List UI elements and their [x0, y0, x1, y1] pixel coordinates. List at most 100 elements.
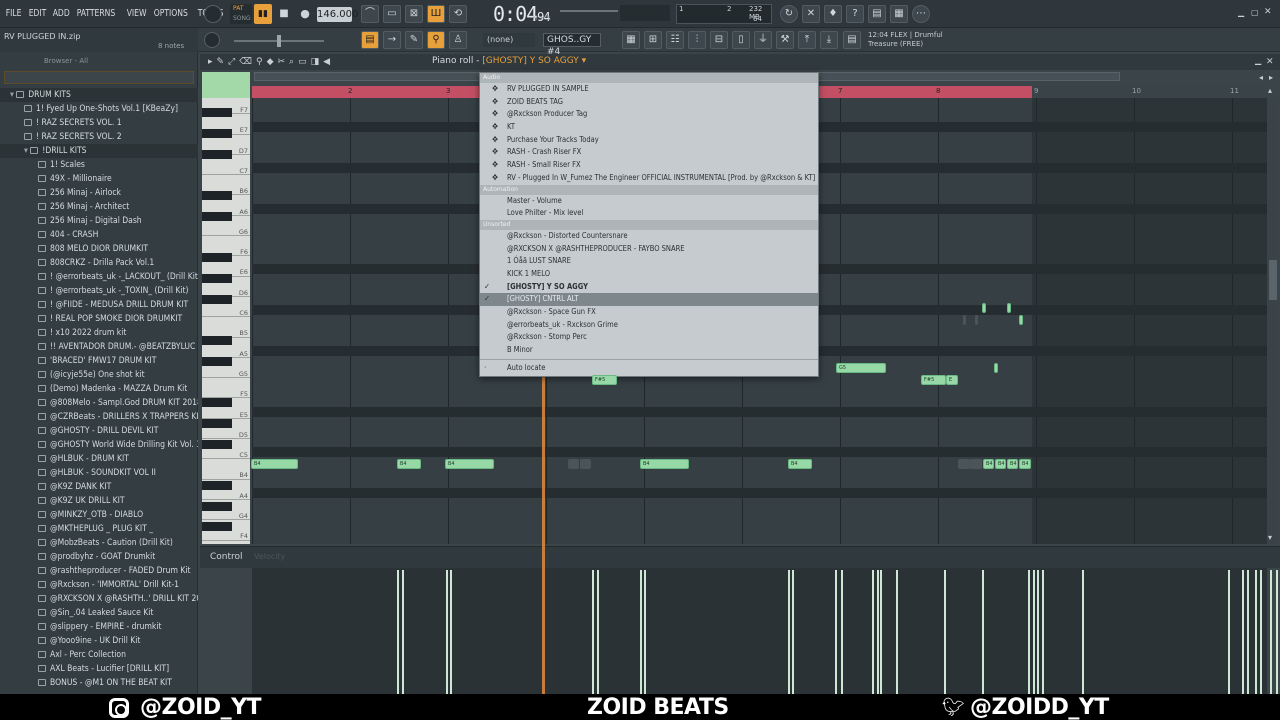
menu-item-add[interactable]: ADD [51, 8, 71, 19]
menu-item[interactable]: ✥ RV - Plugged In W_Fumez The Engineer OF… [480, 172, 818, 185]
velocity-bar[interactable] [877, 570, 879, 694]
piano-key[interactable]: B4 [202, 459, 250, 480]
tree-item[interactable]: @808Melo - Sampl.God DRUM KIT 2018 [0, 396, 198, 410]
piano-black-key[interactable] [202, 336, 232, 345]
tree-item[interactable]: ! @errorbeats_uk -_LACKOUT_ (Drill Kit) [0, 270, 198, 284]
piano-black-key[interactable] [202, 398, 232, 407]
mixer-icon[interactable]: ⫶ [688, 31, 706, 49]
main-pitch-handle[interactable] [277, 35, 281, 47]
link-icon[interactable]: ⚲ [427, 31, 445, 49]
note[interactable]: F#5 [592, 375, 617, 385]
velocity-bar[interactable] [1037, 570, 1039, 694]
note[interactable]: E [946, 375, 958, 385]
pause-button[interactable]: ▮▮ [254, 4, 272, 24]
note[interactable] [982, 303, 986, 313]
master-volume-slider[interactable] [560, 10, 618, 12]
menu-item[interactable]: ✥ RV PLUGGED IN SAMPLE [480, 83, 818, 96]
tree-item[interactable]: @RXCKSON X @RASHTH..' DRILL KIT 2021 [0, 592, 198, 606]
velocity-bar[interactable] [597, 570, 599, 694]
browser-search[interactable] [4, 71, 194, 84]
tree-item[interactable]: !! AVENTADOR DRUM.- @BEATZBYLUC !! [0, 340, 198, 354]
tree-item[interactable]: 808 MELO DIOR DRUMKIT [0, 242, 198, 256]
tree-item[interactable]: 256 Minaj - Architect [0, 200, 198, 214]
note[interactable] [1007, 303, 1011, 313]
menu-item-options[interactable]: OPTIONS [152, 8, 190, 19]
note[interactable]: B4 [1019, 459, 1031, 469]
tree-item[interactable]: @MINKZY_OTB - DIABLO [0, 508, 198, 522]
velocity-bar[interactable] [1242, 570, 1244, 694]
piano-black-key[interactable] [202, 253, 232, 262]
menu-item[interactable]: ✥ @Rxckson Producer Tag [480, 108, 818, 121]
piano-black-key[interactable] [202, 191, 232, 200]
record-button[interactable]: ● [297, 6, 313, 22]
velocity-bar[interactable] [1033, 570, 1035, 694]
piano-black-key[interactable] [202, 440, 232, 449]
tree-item[interactable]: @prodbyhz - GOAT Drumkit [0, 550, 198, 564]
tree-item[interactable]: AXL Beats - Lucifier [DRILL KIT] [0, 662, 198, 676]
menu-item[interactable]: @Rxckson - Stomp Perc [480, 331, 818, 344]
tree-item[interactable]: @GHOSTY World Wide Drilling Kit Vol. 3 [0, 438, 198, 452]
menu-item[interactable]: ✓ [GHOSTY] CNTRL ALT [480, 293, 818, 306]
news-icon[interactable]: ▤ [843, 31, 861, 49]
metronome-button[interactable]: ⌒ [361, 5, 379, 23]
velocity-bar[interactable] [944, 570, 946, 694]
piano-keyboard[interactable]: F7 E7 D7 C7 B6 A6 G6 F6 E6 D6 C6 B5 A5 G5 F5 E5 D5 C5 B4 A4… [202, 98, 250, 544]
velocity-bar[interactable] [1260, 570, 1262, 694]
menu-item[interactable]: @errorbeats_uk - Rxckson Grime [480, 319, 818, 332]
tree-item[interactable]: @CZRBeats - DRILLERS X TRAPPERS KIT [0, 410, 198, 424]
piano-black-key[interactable] [202, 274, 232, 283]
scroll-up-icon[interactable]: ▴ [1268, 86, 1272, 95]
tree-item[interactable]: ! @FIIDE - MEDUSA DRILL DRUM KIT [0, 298, 198, 312]
menu-item[interactable]: ✥ Purchase Your Tracks Today [480, 134, 818, 147]
arrow-left-icon[interactable]: ◂ [1259, 73, 1263, 82]
render-icon[interactable]: ⤒ [798, 31, 816, 49]
piano-roll-minimize-icon[interactable]: ▁ [1255, 56, 1261, 65]
tree-item[interactable]: (Demo) Madenka - MAZZA Drum Kit [0, 382, 198, 396]
note[interactable]: B4 [1007, 459, 1018, 469]
menu-item[interactable]: ✓ [GHOSTY] Y SO AGGY [480, 281, 818, 294]
save-icon[interactable]: ▤ [868, 5, 886, 23]
window-close-icon[interactable]: ✕ [1264, 7, 1274, 17]
note[interactable]: B4 [445, 459, 494, 469]
velocity-bar[interactable] [788, 570, 790, 694]
menu-item[interactable]: KICK 1 MELO [480, 268, 818, 281]
velocity-bar[interactable] [402, 570, 404, 694]
vertical-scroll-thumb[interactable] [1269, 260, 1277, 300]
tree-item[interactable]: ▾ DRUM KITS [0, 88, 198, 102]
download-icon[interactable]: ⤓ [820, 31, 838, 49]
tree-item[interactable]: Axl - Perc Collection [0, 648, 198, 662]
menu-item[interactable]: @Rxckson - Space Gun FX [480, 306, 818, 319]
tree-item[interactable]: ! x10 2022 drum kit [0, 326, 198, 340]
snap-corner[interactable] [202, 72, 250, 98]
velocity-bar[interactable] [841, 570, 843, 694]
tree-item[interactable]: @MKTHEPLUG _ PLUG KIT _ [0, 522, 198, 536]
note[interactable]: B4 [640, 459, 689, 469]
tree-item[interactable]: ▾ !DRILL KITS [0, 144, 198, 158]
menu-item-edit[interactable]: EDIT [27, 8, 48, 19]
piano-black-key[interactable] [202, 502, 232, 511]
piano-black-key[interactable] [202, 129, 232, 138]
help-icon[interactable]: ? [846, 5, 864, 23]
tree-item[interactable]: BONUS - @M1 ON THE BEAT KIT [0, 676, 198, 690]
velocity-bar[interactable] [644, 570, 646, 694]
tree-item[interactable]: ! REAL POP SMOKE DIOR DRUMKIT [0, 312, 198, 326]
menu-item[interactable]: Master - Volume [480, 195, 818, 208]
velocity-bar[interactable] [792, 570, 794, 694]
note[interactable]: G5 [836, 363, 886, 373]
menu-item-view[interactable]: VIEW [125, 8, 148, 19]
microphone-icon[interactable]: ♦ [824, 5, 842, 23]
velocity-bar[interactable] [640, 570, 642, 694]
stop-button[interactable]: ■ [276, 4, 292, 24]
pencil-icon[interactable]: ✎ [405, 31, 423, 49]
menu-item[interactable]: ✥ RASH - Crash Riser FX [480, 146, 818, 159]
tree-item[interactable]: ! RAZ SECRETS VOL. 2 [0, 130, 198, 144]
note[interactable] [1019, 315, 1023, 325]
close-tools-icon[interactable]: ✕ [802, 5, 820, 23]
plug-icon[interactable]: ⏚ [754, 31, 772, 49]
control-param[interactable]: Velocity [254, 552, 285, 561]
note[interactable] [994, 363, 998, 373]
wait-button[interactable]: ▭ [383, 5, 401, 23]
menu-item[interactable]: B Minor [480, 344, 818, 357]
pat-song-toggle[interactable]: PAT SONG [230, 4, 252, 24]
snap-selector[interactable]: (none) [483, 33, 535, 47]
